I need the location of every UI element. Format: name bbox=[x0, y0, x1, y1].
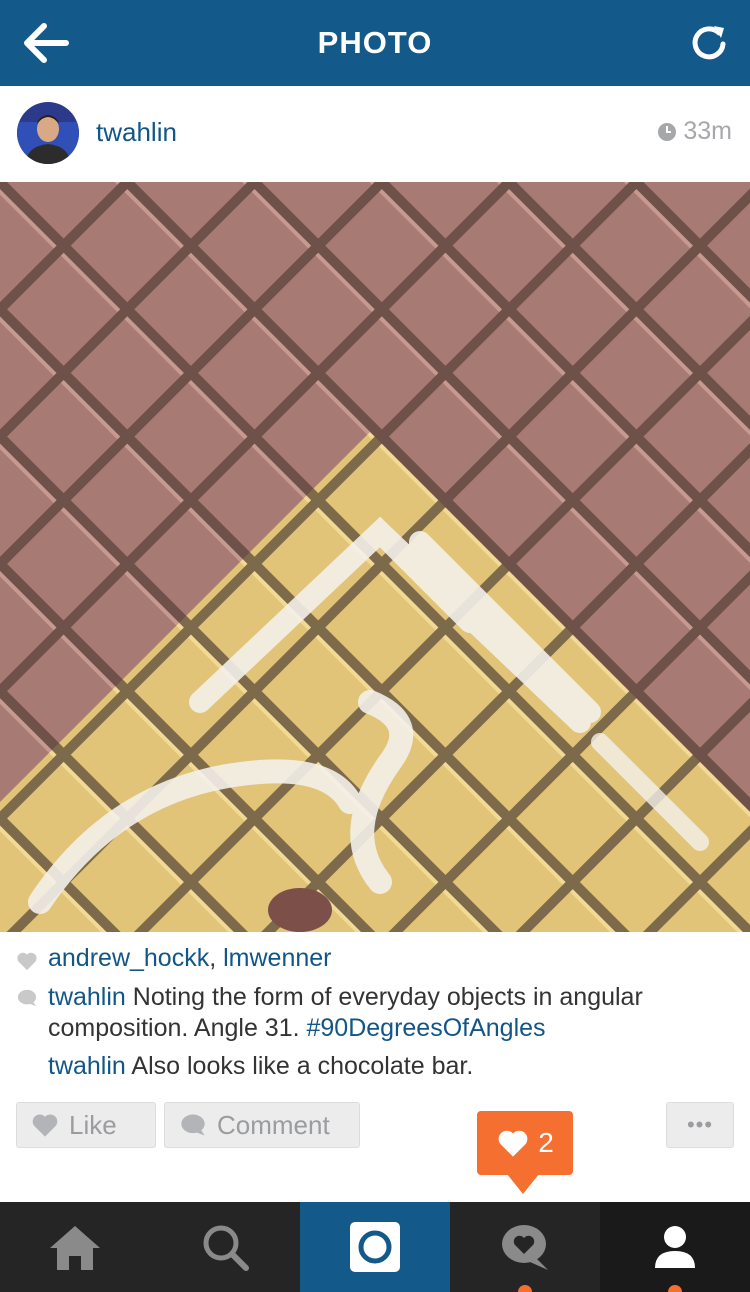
activity-icon bbox=[502, 1225, 548, 1270]
tab-activity[interactable] bbox=[450, 1202, 600, 1292]
post-photo[interactable] bbox=[0, 182, 750, 932]
tab-camera[interactable] bbox=[300, 1202, 450, 1292]
notification-pointer bbox=[507, 1174, 539, 1194]
comment-bubble-icon bbox=[181, 1114, 205, 1136]
home-icon bbox=[50, 1226, 100, 1270]
post-username[interactable]: twahlin bbox=[96, 117, 177, 148]
like-button-label: Like bbox=[69, 1109, 117, 1140]
like-button[interactable]: Like bbox=[16, 1102, 156, 1148]
tab-search[interactable] bbox=[150, 1202, 300, 1292]
more-options-button[interactable]: ••• bbox=[666, 1102, 734, 1148]
liker-username[interactable]: lmwenner bbox=[223, 944, 331, 972]
comment-text: Also looks like a chocolate bar. bbox=[131, 1052, 474, 1080]
liker-username[interactable]: andrew_hockk bbox=[48, 944, 209, 972]
comment-button[interactable]: Comment bbox=[164, 1102, 360, 1148]
hashtag-link[interactable]: #90DegreesOfAngles bbox=[307, 1014, 546, 1042]
page-title: PHOTO bbox=[317, 25, 433, 60]
notification-count: 2 bbox=[538, 1127, 554, 1158]
search-icon bbox=[203, 1225, 249, 1271]
profile-indicator-dot bbox=[668, 1285, 682, 1292]
refresh-icon[interactable] bbox=[688, 22, 730, 64]
heart-small-icon bbox=[16, 951, 38, 976]
tab-home[interactable] bbox=[0, 1202, 150, 1292]
comment-small-icon bbox=[16, 988, 38, 1013]
top-bar: PHOTO bbox=[0, 0, 750, 86]
comment-username[interactable]: twahlin bbox=[48, 1052, 126, 1080]
post-time: 33m bbox=[657, 117, 732, 146]
post-time-text: 33m bbox=[683, 117, 732, 145]
comment: twahlin Also looks like a chocolate bar. bbox=[48, 1051, 738, 1082]
heart-icon bbox=[32, 1114, 58, 1137]
activity-indicator-dot bbox=[518, 1285, 532, 1292]
profile-icon bbox=[655, 1226, 695, 1268]
comment-username[interactable]: twahlin bbox=[48, 983, 126, 1011]
comment-button-label: Comment bbox=[217, 1109, 330, 1140]
likes-line: andrew_hockk, lmwenner bbox=[48, 943, 738, 974]
more-dots-icon: ••• bbox=[686, 1112, 714, 1137]
likes-notification-bubble[interactable]: 2 bbox=[477, 1111, 573, 1175]
tab-profile[interactable] bbox=[600, 1202, 750, 1292]
likes-separator: , bbox=[209, 944, 224, 972]
heart-icon bbox=[498, 1130, 528, 1157]
clock-icon bbox=[658, 122, 677, 141]
caption-comment: twahlin Noting the form of everyday obje… bbox=[48, 982, 738, 1044]
bottom-tab-bar bbox=[0, 1202, 750, 1292]
avatar[interactable] bbox=[17, 102, 79, 164]
camera-icon bbox=[350, 1222, 400, 1272]
